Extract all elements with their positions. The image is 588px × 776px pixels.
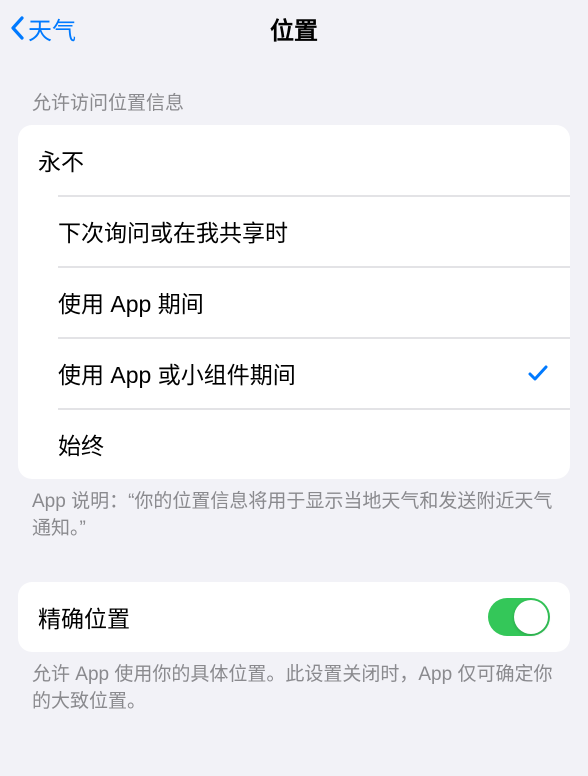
precise-location-row: 精确位置 (18, 582, 570, 652)
checkmark-icon (526, 361, 550, 385)
section-footer-app-description: App 说明：“你的位置信息将用于显示当地天气和发送附近天气通知。” (0, 479, 588, 542)
precise-location-label: 精确位置 (38, 600, 130, 634)
location-option-2[interactable]: 使用 App 期间 (58, 266, 570, 337)
option-label: 永不 (38, 143, 84, 177)
section-header-location-access: 允许访问位置信息 (0, 56, 588, 125)
page-title: 位置 (270, 11, 318, 46)
location-access-group: 永不下次询问或在我共享时使用 App 期间使用 App 或小组件期间始终 (18, 125, 570, 479)
location-option-1[interactable]: 下次询问或在我共享时 (58, 195, 570, 266)
location-option-0[interactable]: 永不 (38, 125, 570, 195)
nav-bar: 天气 位置 (0, 0, 588, 56)
toggle-knob (514, 600, 548, 634)
back-button[interactable]: 天气 (8, 11, 76, 46)
option-label: 使用 App 或小组件期间 (58, 356, 296, 390)
location-option-4[interactable]: 始终 (58, 408, 570, 479)
option-label: 使用 App 期间 (58, 285, 204, 319)
precise-location-group: 精确位置 (18, 582, 570, 652)
back-chevron-icon (8, 14, 26, 42)
back-label: 天气 (28, 11, 76, 46)
location-option-3[interactable]: 使用 App 或小组件期间 (58, 337, 570, 408)
section-footer-precise: 允许 App 使用你的具体位置。此设置关闭时，App 仅可确定你的大致位置。 (0, 652, 588, 715)
option-label: 下次询问或在我共享时 (58, 214, 288, 248)
option-label: 始终 (58, 427, 104, 461)
precise-location-toggle[interactable] (488, 598, 550, 636)
